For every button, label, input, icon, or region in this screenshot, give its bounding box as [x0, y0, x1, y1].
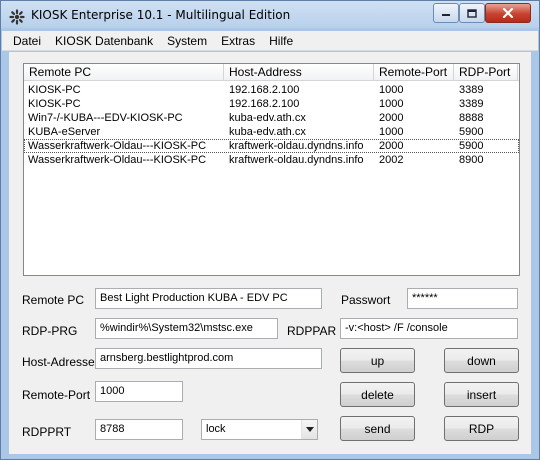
cell-host-address: kraftwerk-oldau.dyndns.info	[229, 154, 364, 166]
remote-pc-field[interactable]: Best Light Production KUBA - EDV PC	[95, 288, 322, 309]
column-rdp-port[interactable]: RDP-Port	[454, 64, 518, 81]
menu-datei[interactable]: Datei	[6, 31, 48, 51]
rdpprt-field[interactable]: 8788	[95, 419, 183, 440]
cell-host-address: kraftwerk-oldau.dyndns.info	[229, 140, 364, 152]
down-button[interactable]: down	[444, 348, 519, 373]
menu-system[interactable]: System	[160, 31, 214, 51]
table-row[interactable]: Wasserkraftwerk-Oldau---KIOSK-PC kraftwe…	[24, 139, 519, 153]
menu-kiosk-datenbank[interactable]: KIOSK Datenbank	[48, 31, 160, 51]
kiosk-app-icon	[9, 9, 25, 25]
cell-remote-port: 2002	[379, 154, 404, 166]
cell-remote-port: 2000	[379, 140, 404, 152]
cell-rdp-port: 3389	[459, 84, 484, 96]
up-button[interactable]: up	[340, 348, 415, 373]
remote-pc-label: Remote PC	[22, 293, 85, 307]
table-row[interactable]: Wasserkraftwerk-Oldau---KIOSK-PC kraftwe…	[24, 153, 519, 167]
rdppar-field[interactable]: -v:<host> /F /console	[340, 318, 518, 339]
cell-remote-port: 2000	[379, 112, 404, 124]
remote-port-field[interactable]: 1000	[95, 381, 183, 402]
cell-rdp-port: 5900	[459, 140, 484, 152]
mode-select[interactable]: lock	[201, 419, 318, 440]
cell-host-address: kuba-edv.ath.cx	[229, 112, 306, 124]
table-row[interactable]: Win7-/-KUBA---EDV-KIOSK-PC kuba-edv.ath.…	[24, 111, 519, 125]
cell-remote-pc: KIOSK-PC	[28, 84, 81, 96]
minimize-button[interactable]	[433, 3, 459, 23]
column-remote-port[interactable]: Remote-Port	[374, 64, 454, 81]
rdpprt-label: RDPPRT	[22, 425, 72, 439]
cell-remote-port: 1000	[379, 84, 404, 96]
delete-button[interactable]: delete	[340, 382, 415, 407]
menu-hilfe[interactable]: Hilfe	[262, 31, 300, 51]
maximize-button[interactable]	[459, 3, 485, 23]
rdppar-label: RDPPAR	[287, 324, 337, 338]
password-field[interactable]: ******	[407, 288, 518, 309]
rdp-prg-field[interactable]: %windir%\System32\mstsc.exe	[95, 318, 278, 339]
column-remote-pc[interactable]: Remote PC	[24, 64, 224, 81]
cell-remote-pc: KUBA-eServer	[28, 126, 101, 138]
host-address-field[interactable]: arnsberg.bestlightprod.com	[95, 348, 322, 369]
cell-host-address: 192.168.2.100	[229, 98, 300, 110]
list-header: Remote PC Host-Address Remote-Port RDP-P…	[24, 64, 519, 81]
send-button[interactable]: send	[340, 416, 415, 441]
cell-rdp-port: 3389	[459, 98, 484, 110]
password-label: Passwort	[341, 293, 391, 307]
menu-bar: Datei KIOSK Datenbank System Extras Hilf…	[2, 31, 538, 51]
table-row[interactable]: KIOSK-PC 192.168.2.100 1000 3389	[24, 83, 519, 97]
maximize-icon	[467, 8, 477, 18]
cell-remote-pc: Win7-/-KUBA---EDV-KIOSK-PC	[28, 112, 183, 124]
column-host-address[interactable]: Host-Address	[224, 64, 374, 81]
rdp-button[interactable]: RDP	[444, 416, 519, 441]
main-window: KIOSK Enterprise 10.1 - Multilingual Edi…	[0, 0, 540, 460]
cell-remote-port: 1000	[379, 126, 404, 138]
cell-rdp-port: 8900	[459, 154, 484, 166]
chevron-down-icon[interactable]	[301, 420, 317, 439]
insert-button[interactable]: insert	[444, 382, 519, 407]
remote-pc-list[interactable]: Remote PC Host-Address Remote-Port RDP-P…	[23, 63, 520, 276]
cell-host-address: 192.168.2.100	[229, 84, 300, 96]
mode-select-value: lock	[206, 423, 226, 435]
window-title: KIOSK Enterprise 10.1 - Multilingual Edi…	[31, 8, 291, 22]
host-address-label: Host-Adresse	[22, 355, 95, 369]
cell-remote-port: 1000	[379, 98, 404, 110]
cell-remote-pc: KIOSK-PC	[28, 98, 81, 110]
cell-host-address: kuba-edv.ath.cx	[229, 126, 306, 138]
rdp-prg-label: RDP-PRG	[22, 324, 78, 338]
close-button[interactable]	[485, 3, 531, 23]
title-bar[interactable]: KIOSK Enterprise 10.1 - Multilingual Edi…	[1, 1, 539, 31]
cell-remote-pc: Wasserkraftwerk-Oldau---KIOSK-PC	[28, 140, 207, 152]
cell-rdp-port: 8888	[459, 112, 484, 124]
table-row[interactable]: KIOSK-PC 192.168.2.100 1000 3389	[24, 97, 519, 111]
close-icon	[502, 8, 514, 18]
cell-rdp-port: 5900	[459, 126, 484, 138]
cell-remote-pc: Wasserkraftwerk-Oldau---KIOSK-PC	[28, 154, 207, 166]
minimize-icon	[442, 14, 450, 16]
table-row[interactable]: KUBA-eServer kuba-edv.ath.cx 1000 5900	[24, 125, 519, 139]
menu-extras[interactable]: Extras	[214, 31, 262, 51]
remote-port-label: Remote-Port	[22, 388, 91, 402]
